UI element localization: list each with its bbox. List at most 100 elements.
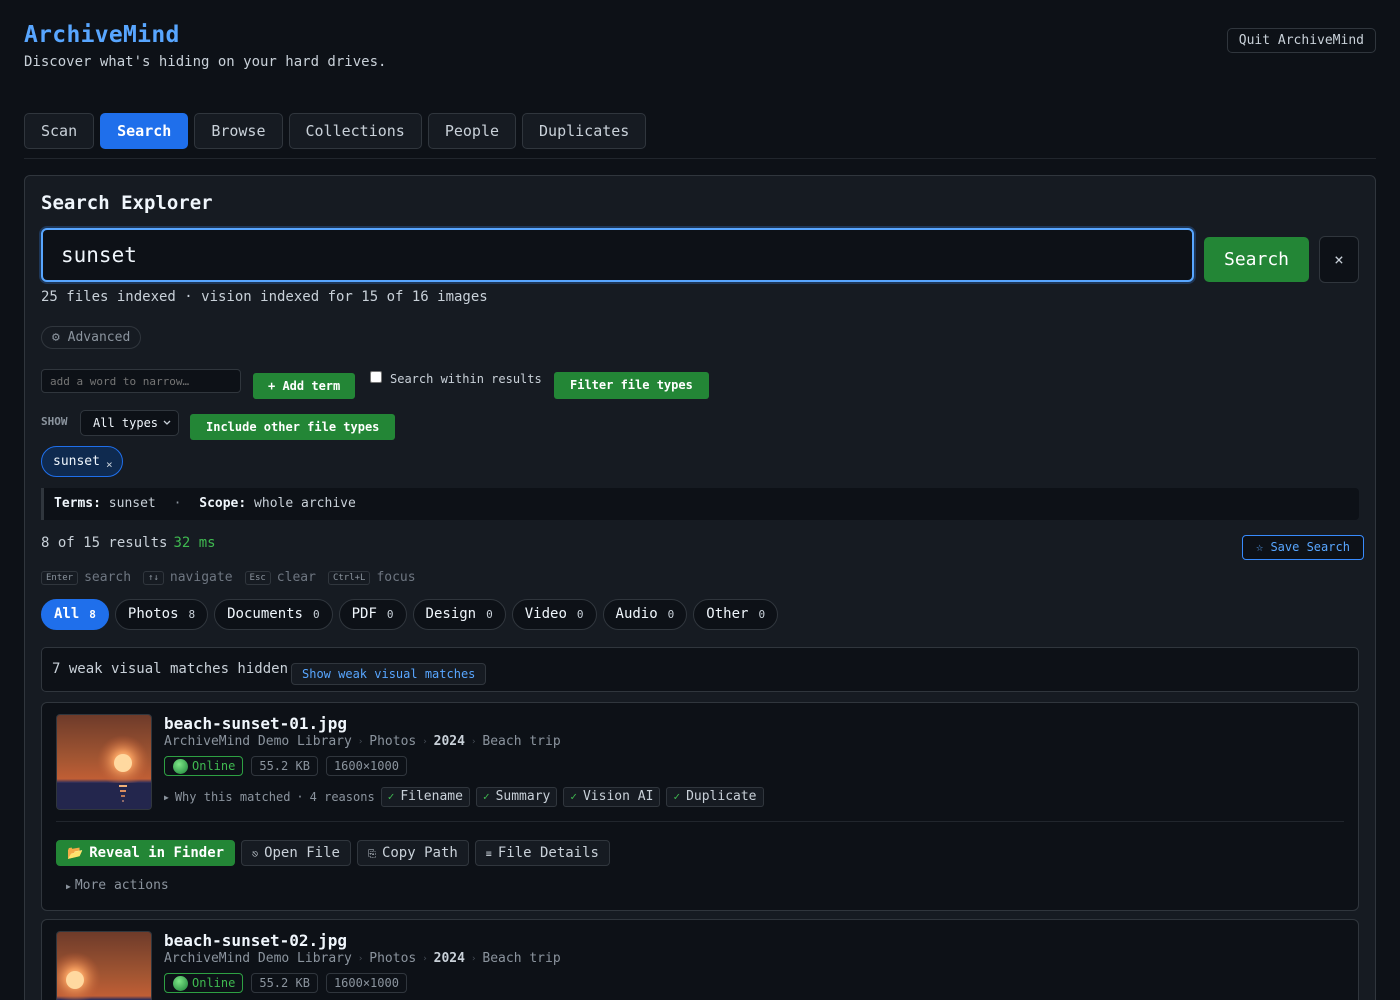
why-matched[interactable]: ▶ Why this matched · 4 reasons ✓ Filename… — [164, 787, 764, 807]
tab-people[interactable]: People — [427, 113, 517, 149]
reveal-label: Reveal in Finder — [89, 845, 225, 861]
shortcut-key: Esc — [244, 570, 271, 585]
path-separator-icon: › — [470, 737, 477, 747]
dimensions-badge: 1600×1000 — [325, 756, 407, 776]
status-badge: Online — [164, 756, 244, 776]
result-file-name[interactable]: beach-sunset-02.jpg — [164, 931, 347, 950]
reason-tag: ✓ Filename — [380, 787, 470, 807]
path-separator-icon: › — [422, 954, 428, 964]
shortcut-key: Enter — [41, 570, 79, 585]
filter-count: 8 — [188, 608, 196, 621]
result-path: ArchiveMind Demo Library › Photos › 2024 › … — [164, 734, 561, 751]
check-icon: ✓ — [387, 790, 395, 803]
filter-label: PDF — [351, 606, 377, 622]
results-count: 8 of 15 results 32 ms — [41, 535, 216, 551]
shortcut-label: clear — [276, 570, 316, 585]
type-select[interactable]: All types — [80, 410, 179, 436]
advanced-toggle[interactable]: ⚙ Advanced — [41, 326, 142, 349]
check-icon: ✓ — [482, 790, 490, 803]
reveal-in-finder-button[interactable]: 📂 Reveal in Finder — [56, 840, 236, 866]
filter-count: 0 — [486, 608, 493, 621]
result-badges: Online 55.2 KB 1600×1000 — [164, 756, 407, 776]
tab-duplicates[interactable]: Duplicates — [522, 113, 647, 149]
size-badge: 55.2 KB — [251, 756, 318, 776]
filter-other[interactable]: Other 0 — [693, 599, 779, 630]
reason-tag: ✓ Vision AI — [563, 787, 661, 807]
why-separator: · — [296, 790, 304, 804]
shortcut-key: ↑↓ — [143, 570, 164, 585]
file-details-button[interactable]: ≡ File Details — [474, 840, 610, 866]
filter-audio[interactable]: Audio 0 — [602, 599, 688, 630]
close-icon: × — [1334, 250, 1344, 269]
reason-tag: ✓ Summary — [475, 787, 558, 807]
reason-label: Duplicate — [686, 789, 757, 804]
filter-label: All — [54, 606, 80, 622]
show-weak-matches-button[interactable]: Show weak visual matches — [291, 663, 487, 685]
quit-button[interactable]: Quit ArchiveMind — [1226, 28, 1376, 53]
shortcut-key: Ctrl+L — [327, 570, 371, 585]
path-segment: 2024 — [433, 734, 465, 749]
more-actions-toggle[interactable]: ▶ More actions — [66, 878, 169, 893]
type-select-value: All types — [93, 416, 159, 430]
filter-label: Other — [706, 606, 749, 622]
open-file-button[interactable]: ⎋ Open File — [241, 840, 351, 866]
result-actions: 📂 Reveal in Finder ⎋ Open File ⎘ Copy Path … — [56, 840, 610, 866]
within-results-checkbox[interactable] — [370, 371, 382, 383]
copy-icon: ⎘ — [367, 849, 376, 860]
tab-browse[interactable]: Browse — [194, 113, 283, 149]
chevron-down-icon — [162, 411, 172, 445]
shortcut-label: focus — [376, 570, 416, 585]
term-chip: sunset × — [41, 446, 123, 477]
search-button[interactable]: Search — [1204, 237, 1309, 282]
result-file-name[interactable]: beach-sunset-01.jpg — [164, 714, 347, 733]
clear-search-button[interactable]: × — [1319, 236, 1359, 283]
filter-label: Video — [524, 606, 567, 622]
search-input[interactable] — [41, 228, 1194, 282]
why-label: Why this matched — [174, 790, 291, 804]
dimensions-badge: 1600×1000 — [325, 973, 407, 993]
path-separator-icon: › — [422, 737, 428, 747]
tab-scan[interactable]: Scan — [24, 113, 95, 149]
details-label: File Details — [497, 845, 599, 861]
filter-count: 0 — [312, 608, 320, 621]
result-thumbnail[interactable] — [56, 931, 152, 1000]
disclosure-triangle-icon: ▶ — [164, 792, 169, 802]
result-thumbnail[interactable] — [56, 714, 152, 810]
filter-pdf[interactable]: PDF 0 — [338, 599, 407, 630]
results-count-text: 8 of 15 results — [41, 535, 168, 551]
path-segment: ArchiveMind Demo Library — [164, 951, 352, 966]
reason-label: Filename — [400, 789, 463, 804]
save-search-button[interactable]: ☆ Save Search — [1242, 535, 1364, 560]
filter-photos[interactable]: Photos 8 — [114, 599, 209, 630]
path-separator-icon: › — [357, 954, 364, 964]
folder-icon: 📂 — [67, 846, 84, 861]
scope-value: whole archive — [254, 496, 356, 511]
elapsed-time: 32 ms — [173, 535, 216, 551]
keyboard-shortcuts: Enter search ↑↓ navigate Esc clear Ctrl+L fo… — [41, 570, 422, 585]
tab-search[interactable]: Search — [100, 113, 189, 149]
narrow-term-input[interactable] — [41, 369, 241, 393]
path-segment: Photos — [369, 951, 417, 966]
filter-design[interactable]: Design 0 — [412, 599, 506, 630]
path-segment: Beach trip — [482, 734, 561, 749]
filter-video[interactable]: Video 0 — [511, 599, 597, 630]
path-segment: Beach trip — [482, 951, 561, 966]
open-label: Open File — [264, 845, 340, 861]
filter-file-types-button[interactable]: Filter file types — [554, 372, 709, 399]
filter-all[interactable]: All 8 — [41, 599, 109, 630]
filter-count: 8 — [89, 608, 96, 621]
add-term-button[interactable]: + Add term — [253, 373, 356, 399]
copy-path-button[interactable]: ⎘ Copy Path — [356, 840, 469, 866]
tab-collections[interactable]: Collections — [288, 113, 422, 149]
nav-divider — [24, 158, 1376, 159]
list-icon: ≡ — [485, 849, 492, 860]
filter-count: 0 — [667, 608, 675, 621]
path-segment: 2024 — [433, 951, 465, 966]
include-other-types-button[interactable]: Include other file types — [190, 414, 396, 440]
remove-chip-icon[interactable]: × — [106, 458, 113, 471]
filter-label: Documents — [227, 606, 303, 622]
panel-title: Search Explorer — [41, 192, 213, 214]
main-nav: Scan Search Browse Collections People Du… — [24, 113, 647, 149]
app-title: ArchiveMind — [24, 22, 180, 48]
filter-documents[interactable]: Documents 0 — [214, 599, 333, 630]
